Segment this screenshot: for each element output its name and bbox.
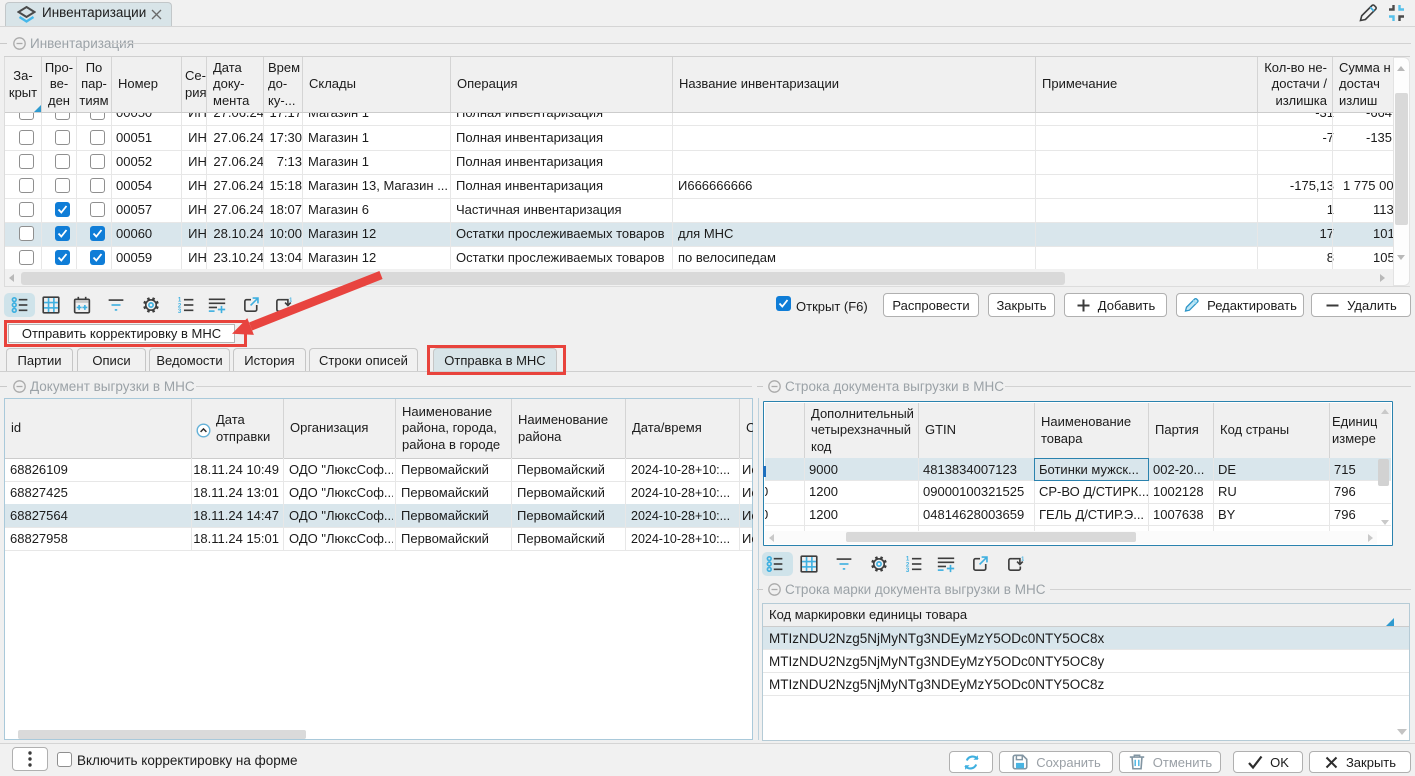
svg-text:3: 3 [906,567,910,573]
svg-text:3: 3 [178,308,182,314]
svg-text:1: 1 [289,298,292,304]
svg-text:1: 1 [1021,557,1024,563]
